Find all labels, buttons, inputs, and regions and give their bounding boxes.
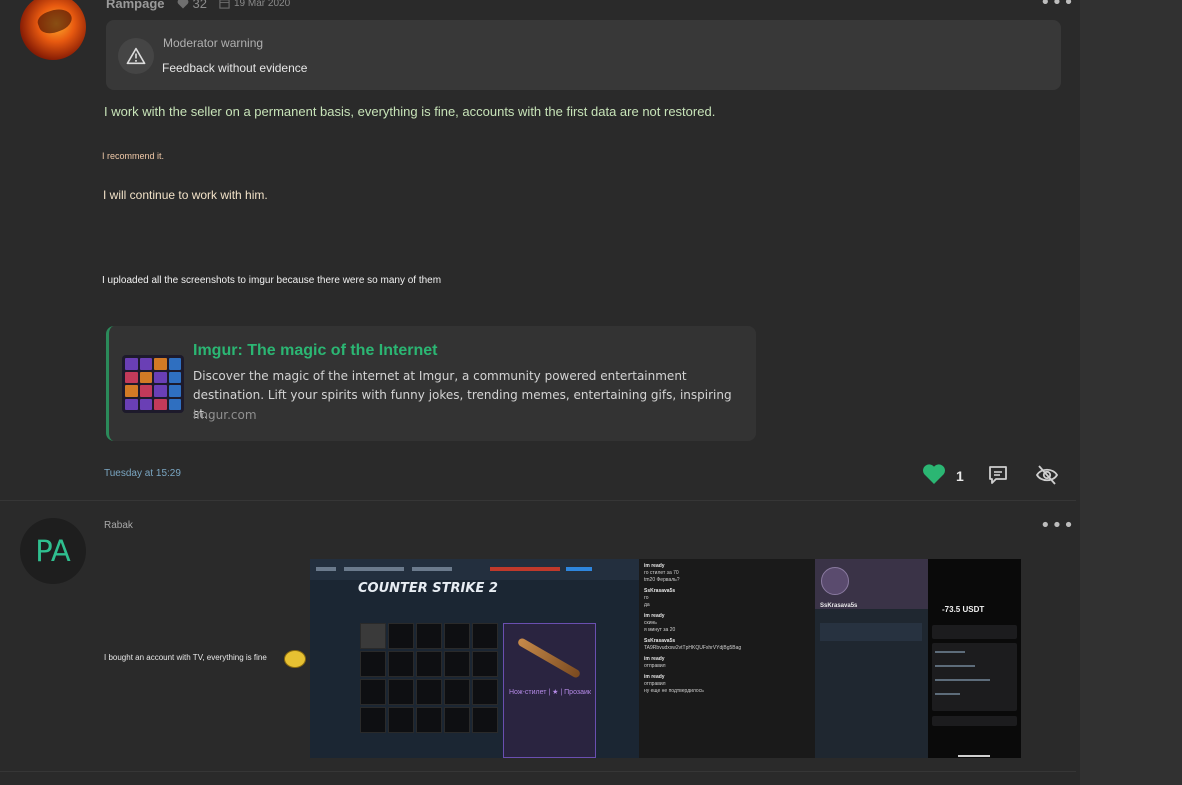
chat-text: да xyxy=(644,602,650,608)
chat-panel: im ready го стилет за 70 tm20 Ферваль? S… xyxy=(639,559,815,758)
avatar[interactable]: PA xyxy=(20,518,86,584)
warning-text: Feedback without evidence xyxy=(162,61,308,75)
reaction-bar: 1 xyxy=(922,463,964,489)
link-domain: imgur.com xyxy=(193,408,257,422)
avatar[interactable] xyxy=(20,0,86,60)
profile-avatar xyxy=(821,567,849,595)
link-title[interactable]: Imgur: The magic of the Internet xyxy=(193,342,437,360)
post-line: I uploaded all the screenshots to imgur … xyxy=(102,275,442,286)
chat-text: я минут за 20 xyxy=(644,627,676,633)
heart-icon xyxy=(177,0,188,9)
heart-icon[interactable] xyxy=(922,463,946,489)
cs2-logo: COUNTER STRIKE 2 xyxy=(358,581,498,596)
post-text: I bought an account with TV, everything … xyxy=(104,653,267,662)
post-line: I will continue to work with him. xyxy=(103,188,268,202)
post-header: Rampage 32 19 Mar 2020 xyxy=(106,0,290,11)
item-panel: Нож-стилет | ★ | Прозаик xyxy=(503,623,596,758)
chat-text: отправил xyxy=(644,663,666,669)
warning-title: Moderator warning xyxy=(163,36,264,50)
join-date: 19 Mar 2020 xyxy=(219,0,290,9)
inventory-grid xyxy=(360,623,502,758)
chat-name: SsKrasava5s xyxy=(644,588,676,594)
chat-text: tm20 Ферваль? xyxy=(644,577,680,583)
chat-text: го стилет за 70 xyxy=(644,570,679,576)
calendar-icon xyxy=(219,0,230,9)
post-divider xyxy=(0,500,1076,501)
chat-text: ну еще не подтвердилось xyxy=(644,688,704,694)
profile-name: SsKrasava5s xyxy=(820,603,858,609)
link-thumbnail[interactable] xyxy=(122,355,184,413)
post-divider xyxy=(0,771,1076,772)
chat-text: скинь xyxy=(644,620,657,626)
warning-icon xyxy=(118,38,154,74)
amount: -73.5 USDT xyxy=(942,605,985,614)
more-icon[interactable]: ••• xyxy=(1040,0,1075,12)
chat-name: im ready xyxy=(644,656,665,662)
item-label: Нож-стилет | ★ | Прозаик xyxy=(509,689,591,696)
chat-name: im ready xyxy=(644,563,665,569)
hide-icon[interactable] xyxy=(1035,464,1059,490)
post-line: I work with the seller on a permanent ba… xyxy=(104,104,716,119)
username[interactable]: Rabak xyxy=(104,520,133,531)
right-sidebar-strip xyxy=(1080,0,1182,785)
chat-text: TA9Rbvudxsw2vtTpHKQUFxhrVYdjBg5Bag xyxy=(644,645,742,651)
username[interactable]: Rampage xyxy=(106,0,165,11)
chat-text: отправил xyxy=(644,681,666,687)
reaction-count: 1 xyxy=(956,468,964,484)
likes-count: 32 xyxy=(177,0,207,11)
telegram-profile: SsKrasava5s xyxy=(815,559,928,758)
chat-name: im ready xyxy=(644,613,665,619)
link-description: Discover the magic of the internet at Im… xyxy=(193,369,732,421)
browser-bar xyxy=(310,559,639,580)
emoji-icon xyxy=(284,650,306,668)
wallet-screenshot: -73.5 USDT xyxy=(928,559,1021,758)
chat-name: im ready xyxy=(644,674,665,680)
chat-name: SsKrasava5s xyxy=(644,638,676,644)
reply-icon[interactable] xyxy=(987,464,1009,489)
moderator-warning xyxy=(106,20,1061,90)
chat-text: го xyxy=(644,595,649,601)
attached-screenshot[interactable]: COUNTER STRIKE 2 Нож-стилет | ★ | Прозаи… xyxy=(310,559,1021,758)
post-timestamp[interactable]: Tuesday at 15:29 xyxy=(104,468,181,479)
knife-icon xyxy=(516,637,582,679)
post-line: I recommend it. xyxy=(102,151,165,161)
more-icon[interactable]: ••• xyxy=(1040,517,1075,535)
